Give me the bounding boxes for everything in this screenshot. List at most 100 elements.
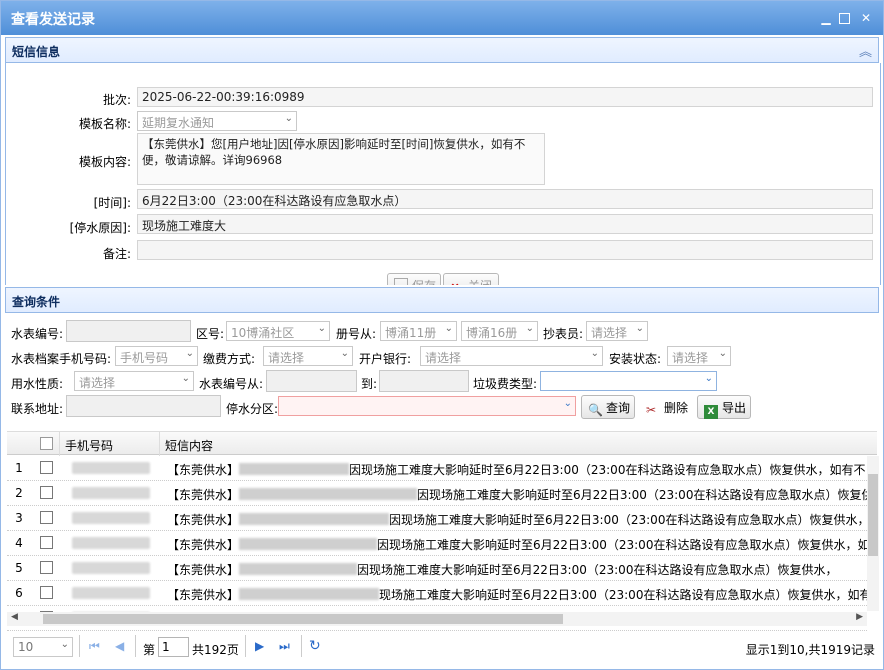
content-textarea[interactable]: 【东莞供水】您[用户地址]因[停水原因]影响延时至[时间]恢复供水，如有不便，敬… (137, 133, 545, 185)
window-title: 查看发送记录 (11, 12, 95, 28)
sms-content: 【东莞供水】 因现场施工难度大影响延时至6月22日3:00（23:00在科达路设有… (167, 461, 867, 478)
address-input[interactable] (66, 395, 221, 417)
row-number: 6 (15, 586, 23, 600)
sms-info-header: 短信信息 ︽ (5, 37, 879, 63)
reader-select[interactable]: 请选择 ⌄ (586, 321, 648, 341)
minimize-icon[interactable]: ▁ (819, 11, 833, 25)
row-number: 2 (15, 486, 23, 500)
sms-prefix: 【东莞供水】 (167, 488, 240, 502)
col-phone-header[interactable]: 手机号码 (65, 437, 113, 454)
area-select[interactable]: 10博涌社区 ⌄ (226, 321, 330, 341)
vertical-scroll-thumb[interactable] (868, 474, 878, 556)
close-button-clip: ✖关闭 (443, 273, 499, 285)
table-row[interactable]: 5 【东莞供水】 因现场施工难度大影响延时至6月22日3:00（23:00在科达路设… (7, 556, 867, 581)
row-checkbox[interactable] (40, 536, 53, 549)
page-prefix: 第 (143, 643, 156, 657)
phone-redacted (72, 562, 150, 574)
sms-info-title: 短信信息 (12, 45, 61, 59)
phone-redacted (72, 537, 150, 549)
sms-content: 【东莞供水】 因现场施工难度大影响延时至6月22日3:00（23:00在科达路设有… (167, 511, 867, 528)
close-button[interactable]: ✖关闭 (443, 273, 499, 285)
chevron-down-icon: ⌄ (563, 398, 572, 409)
row-number: 3 (15, 511, 23, 525)
last-page-icon[interactable]: ⏭ (279, 639, 290, 654)
close-window-icon[interactable]: ✕ (859, 11, 873, 25)
export-button[interactable]: X 导出 (697, 395, 751, 419)
template-label: 模板名称: (78, 117, 131, 131)
template-select[interactable]: 延期复水通知 ⌄ (137, 111, 297, 131)
sms-suffix: 因现场施工难度大影响延时至6月22日3:00（23:00在科达路设有应急取水点）… (357, 563, 838, 577)
meter-from-input[interactable] (266, 370, 357, 392)
search-button[interactable]: 🔍 查询 (581, 395, 635, 419)
time-field[interactable]: 6月22日3:00（23:00在科达路设有应急取水点） (137, 189, 873, 209)
book-from-select[interactable]: 博涌11册 ⌄ (380, 321, 457, 341)
page-input[interactable]: 1 (158, 637, 189, 657)
time-label: [时间]: (93, 196, 131, 210)
address-label: 联系地址: (11, 402, 64, 416)
save-button-clip: 保存 (387, 273, 441, 285)
delete-icon: ✂ (646, 403, 657, 417)
horizontal-scroll-thumb[interactable] (43, 614, 563, 624)
sms-prefix: 【东莞供水】 (167, 513, 240, 527)
row-number: 1 (15, 461, 23, 475)
address-redacted (239, 563, 358, 575)
batch-field[interactable]: 2025-06-22-00:39:16:0989 (137, 87, 873, 107)
table-row[interactable]: 2 【东莞供水】 因现场施工难度大影响延时至6月22日3:00（23:00在科达路设… (7, 481, 867, 506)
sms-content: 【东莞供水】 因现场施工难度大影响延时至6月22日3:00（23:00在科达路设有… (167, 536, 867, 553)
install-label: 安装状态: (609, 352, 662, 366)
phone-select[interactable]: 手机号码 ⌄ (115, 346, 198, 366)
sms-content: 【东莞供水】 因现场施工难度大影响延时至6月22日3:00（23:00在科达路设有… (167, 486, 867, 503)
book-to-select[interactable]: 博涌16册 ⌄ (461, 321, 538, 341)
vertical-scrollbar[interactable] (867, 456, 879, 611)
table-row[interactable]: 1 【东莞供水】 因现场施工难度大影响延时至6月22日3:00（23:00在科达路设… (7, 456, 867, 481)
sms-suffix: 现场施工难度大影响延时至6月22日3:00（23:00在科达路设有应急取水点）恢… (379, 588, 867, 602)
table-row[interactable]: 3 【东莞供水】 因现场施工难度大影响延时至6月22日3:00（23:00在科达路设… (7, 506, 867, 531)
row-checkbox[interactable] (40, 561, 53, 574)
first-page-icon[interactable]: ⏮ (89, 639, 100, 654)
sms-suffix: 因现场施工难度大影响延时至6月22日3:00（23:00在科达路设有应急取水点）… (377, 538, 867, 552)
row-checkbox[interactable] (40, 586, 53, 599)
row-checkbox[interactable] (40, 461, 53, 474)
prev-page-icon[interactable]: ◀ (115, 639, 124, 653)
chevron-down-icon: ⌄ (185, 348, 194, 359)
usage-select[interactable]: 请选择 ⌄ (74, 371, 194, 391)
sms-suffix: 因现场施工难度大影响延时至6月22日3:00（23:00在科达路设有应急取水点）… (417, 488, 867, 502)
remark-label: 备注: (102, 247, 131, 261)
chevron-down-icon: ⌄ (181, 373, 190, 384)
address-redacted (239, 488, 418, 500)
table-row[interactable]: 6 【东莞供水】 现场施工难度大影响延时至6月22日3:00（23:00在科达路设有… (7, 581, 867, 606)
row-checkbox[interactable] (40, 486, 53, 499)
chevron-down-icon: ⌄ (284, 113, 293, 124)
maximize-icon[interactable] (839, 13, 850, 24)
meter-no-input[interactable] (66, 320, 191, 342)
zone-select[interactable]: ⌄ (278, 396, 576, 416)
book-from-label: 册号从: (336, 327, 377, 341)
bank-label: 开户银行: (359, 352, 412, 366)
chevron-down-icon: ⌄ (60, 639, 69, 650)
reason-field[interactable]: 现场施工难度大 (137, 214, 873, 234)
bank-select[interactable]: 请选择 ⌄ (420, 346, 603, 366)
row-checkbox[interactable] (40, 511, 53, 524)
refresh-icon[interactable]: ↻ (309, 638, 321, 654)
delete-button[interactable]: ✂ 删除 (639, 395, 693, 419)
install-select[interactable]: 请选择 ⌄ (667, 346, 731, 366)
address-redacted (239, 463, 350, 475)
sms-prefix: 【东莞供水】 (167, 588, 240, 602)
sms-prefix: 【东莞供水】 (167, 463, 240, 477)
content-label: 模板内容: (78, 155, 131, 169)
table-row[interactable]: 4 【东莞供水】 因现场施工难度大影响延时至6月22日3:00（23:00在科达路设… (7, 531, 867, 556)
query-title: 查询条件 (12, 295, 61, 309)
query-header: 查询条件 (5, 287, 879, 313)
horizontal-scrollbar[interactable]: ◀ ▶ (7, 612, 867, 626)
page-size-select[interactable]: 10 ⌄ (13, 637, 73, 657)
meter-to-input[interactable] (379, 370, 469, 392)
next-page-icon[interactable]: ▶ (255, 639, 264, 653)
select-all-checkbox[interactable] (40, 437, 53, 450)
save-button[interactable]: 保存 (387, 273, 441, 285)
collapse-icon[interactable]: ︽ (859, 41, 872, 60)
garbage-select[interactable]: ⌄ (540, 371, 717, 391)
remark-field[interactable] (137, 240, 873, 260)
sms-content: 【东莞供水】 现场施工难度大影响延时至6月22日3:00（23:00在科达路设有应… (167, 586, 867, 603)
pay-select[interactable]: 请选择 ⌄ (263, 346, 353, 366)
col-content-header[interactable]: 短信内容 (165, 437, 213, 454)
